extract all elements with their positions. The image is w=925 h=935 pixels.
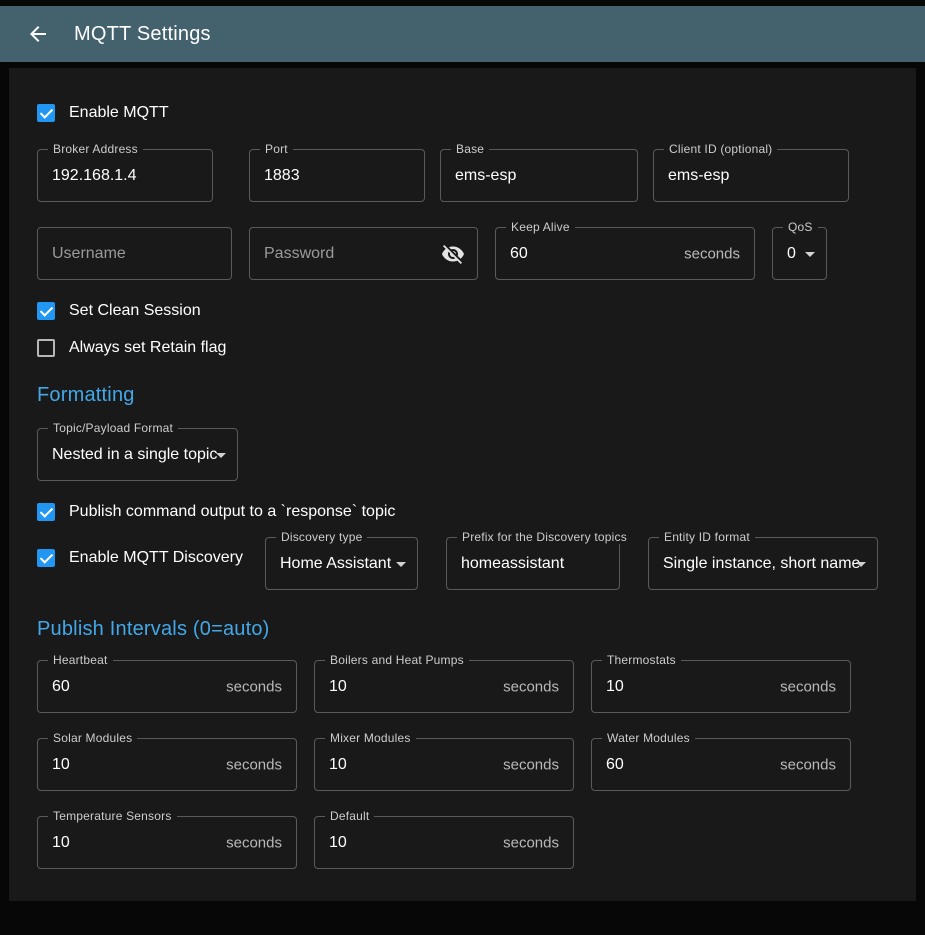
interval-mixer-input[interactable]	[315, 739, 573, 790]
qos-label: QoS	[783, 220, 818, 234]
username-field	[37, 227, 232, 280]
base-label: Base	[451, 142, 489, 156]
entity-id-format-label: Entity ID format	[659, 530, 755, 544]
interval-label: Default	[325, 809, 374, 823]
port-input[interactable]	[250, 150, 424, 201]
interval-default-input[interactable]	[315, 817, 573, 868]
base-input[interactable]	[441, 150, 637, 201]
interval-solar-field: Solar Modules seconds	[37, 738, 297, 791]
interval-label: Water Modules	[602, 731, 695, 745]
entity-id-format-select[interactable]: Entity ID format Single instance, short …	[648, 537, 878, 590]
interval-default-field: Default seconds	[314, 816, 574, 869]
broker-address-field: Broker Address	[37, 149, 213, 202]
checkbox-icon	[37, 302, 55, 320]
client-id-field: Client ID (optional)	[653, 149, 849, 202]
app-bar: MQTT Settings	[0, 6, 925, 62]
toggle-password-visibility-button[interactable]	[435, 236, 471, 272]
enable-discovery-checkbox[interactable]: Enable MQTT Discovery	[37, 549, 243, 567]
formatting-heading: Formatting	[37, 384, 888, 407]
checkbox-icon	[37, 104, 55, 122]
publish-response-label: Publish command output to a `response` t…	[69, 503, 395, 521]
topic-format-select[interactable]: Topic/Payload Format Nested in a single …	[37, 428, 238, 481]
checkbox-icon	[37, 339, 55, 357]
password-field	[249, 227, 478, 280]
port-field: Port	[249, 149, 425, 202]
enable-mqtt-label: Enable MQTT	[69, 104, 169, 122]
port-label: Port	[260, 142, 293, 156]
interval-heartbeat-input[interactable]	[38, 661, 296, 712]
settings-form: Enable MQTT Broker Address Port Base Cli…	[9, 68, 916, 901]
interval-temperature-sensors-field: Temperature Sensors seconds	[37, 816, 297, 869]
interval-label: Heartbeat	[48, 653, 113, 667]
dropdown-arrow-icon	[389, 552, 413, 576]
topic-format-label: Topic/Payload Format	[48, 421, 178, 435]
discovery-type-select[interactable]: Discovery type Home Assistant	[265, 537, 418, 590]
broker-address-label: Broker Address	[48, 142, 143, 156]
interval-label: Mixer Modules	[325, 731, 416, 745]
arrow-back-icon	[26, 22, 50, 46]
dropdown-arrow-icon	[798, 242, 822, 266]
retain-flag-checkbox[interactable]: Always set Retain flag	[37, 339, 226, 357]
interval-thermostats-field: Thermostats seconds	[591, 660, 851, 713]
back-button[interactable]	[16, 12, 60, 56]
clean-session-checkbox[interactable]: Set Clean Session	[37, 302, 201, 320]
interval-mixer-field: Mixer Modules seconds	[314, 738, 574, 791]
keep-alive-field: Keep Alive seconds	[495, 227, 755, 280]
client-id-input[interactable]	[654, 150, 848, 201]
clean-session-label: Set Clean Session	[69, 302, 201, 320]
intervals-grid: Heartbeat seconds Boilers and Heat Pumps…	[37, 660, 888, 869]
interval-label: Temperature Sensors	[48, 809, 177, 823]
discovery-prefix-label: Prefix for the Discovery topics	[457, 530, 632, 544]
retain-flag-label: Always set Retain flag	[69, 339, 226, 357]
checkbox-icon	[37, 503, 55, 521]
interval-boilers-field: Boilers and Heat Pumps seconds	[314, 660, 574, 713]
interval-water-field: Water Modules seconds	[591, 738, 851, 791]
discovery-prefix-input[interactable]	[447, 538, 619, 589]
interval-label: Solar Modules	[48, 731, 137, 745]
visibility-off-icon	[441, 242, 465, 266]
enable-mqtt-checkbox[interactable]: Enable MQTT	[37, 104, 169, 122]
checkbox-icon	[37, 549, 55, 567]
discovery-row: Enable MQTT Discovery Discovery type Hom…	[37, 537, 888, 590]
base-field: Base	[440, 149, 638, 202]
interval-label: Thermostats	[602, 653, 681, 667]
credentials-row: Keep Alive seconds QoS 0	[37, 227, 888, 280]
broker-address-input[interactable]	[38, 150, 212, 201]
interval-label: Boilers and Heat Pumps	[325, 653, 469, 667]
interval-thermostats-input[interactable]	[592, 661, 850, 712]
client-id-label: Client ID (optional)	[664, 142, 777, 156]
qos-select[interactable]: QoS 0	[772, 227, 827, 280]
dropdown-arrow-icon	[209, 443, 233, 467]
broker-row: Broker Address Port Base Client ID (opti…	[37, 149, 888, 202]
page-title: MQTT Settings	[74, 23, 211, 46]
interval-temperature-sensors-input[interactable]	[38, 817, 296, 868]
interval-water-input[interactable]	[592, 739, 850, 790]
keep-alive-input[interactable]	[496, 228, 754, 279]
dropdown-arrow-icon	[849, 552, 873, 576]
interval-boilers-input[interactable]	[315, 661, 573, 712]
publish-intervals-heading: Publish Intervals (0=auto)	[37, 618, 888, 641]
publish-response-checkbox[interactable]: Publish command output to a `response` t…	[37, 503, 395, 521]
interval-solar-input[interactable]	[38, 739, 296, 790]
discovery-type-label: Discovery type	[276, 530, 368, 544]
username-input[interactable]	[38, 228, 231, 279]
enable-discovery-label: Enable MQTT Discovery	[69, 549, 243, 567]
interval-heartbeat-field: Heartbeat seconds	[37, 660, 297, 713]
discovery-prefix-field: Prefix for the Discovery topics	[446, 537, 620, 590]
keep-alive-label: Keep Alive	[506, 220, 575, 234]
